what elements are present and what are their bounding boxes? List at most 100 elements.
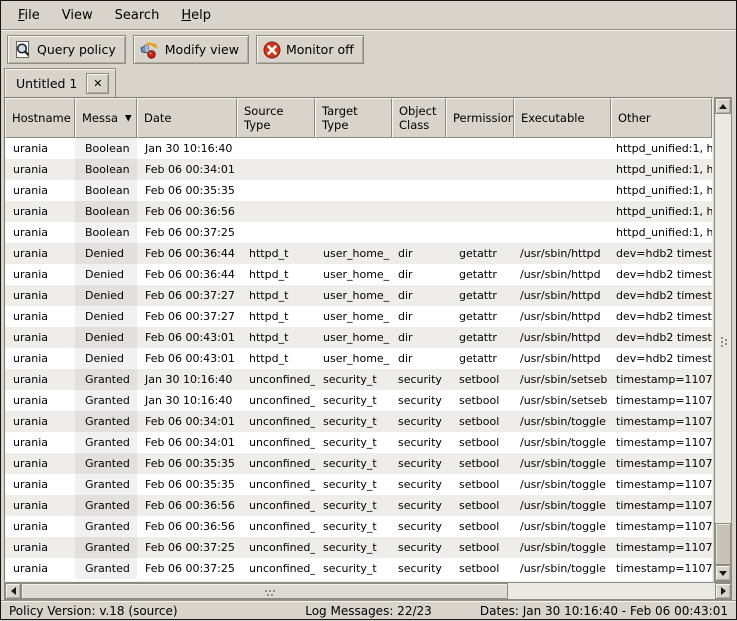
table-cell: Boolean <box>75 201 137 222</box>
table-row[interactable]: uraniaGrantedFeb 06 00:36:56unconfined_s… <box>5 516 712 537</box>
scroll-down-button[interactable] <box>715 565 731 581</box>
scroll-right-button[interactable] <box>715 583 731 599</box>
table-cell: dir <box>392 285 446 306</box>
table-cell: security_t <box>315 390 392 411</box>
table-row[interactable]: uraniaGrantedJan 30 10:16:40unconfined_s… <box>5 369 712 390</box>
table-cell: timestamp=11076 <box>611 474 712 495</box>
table-cell: Feb 06 00:36:44 <box>137 243 237 264</box>
table-cell: setbool <box>446 432 514 453</box>
column-header-executable[interactable]: Executable <box>514 98 611 138</box>
table-row[interactable]: uraniaBooleanJan 30 10:16:40httpd_unifie… <box>5 138 712 159</box>
table-row[interactable]: uraniaBooleanFeb 06 00:36:56httpd_unifie… <box>5 201 712 222</box>
table-cell: Denied <box>75 243 137 264</box>
table-cell: Feb 06 00:37:25 <box>137 537 237 558</box>
table-cell: Boolean <box>75 138 137 159</box>
table-cell: setbool <box>446 537 514 558</box>
table-cell <box>446 138 514 159</box>
log-messages-status: Log Messages: 22/23 <box>305 604 432 618</box>
log-table: HostnameMessa▼DateSource TypeTarget Type… <box>4 97 713 582</box>
table-row[interactable]: uraniaBooleanFeb 06 00:37:25httpd_unifie… <box>5 222 712 243</box>
table-cell <box>315 138 392 159</box>
dates-status: Dates: Jan 30 10:16:40 - Feb 06 00:43:01 <box>480 604 728 618</box>
table-cell: urania <box>5 201 75 222</box>
table-cell: dev=hdb2 timesta <box>611 327 712 348</box>
table-row[interactable]: uraniaDeniedFeb 06 00:43:01httpd_tuser_h… <box>5 327 712 348</box>
table-cell: getattr <box>446 348 514 369</box>
table-cell: timestamp=11076 <box>611 516 712 537</box>
table-cell: setbool <box>446 453 514 474</box>
table-cell <box>446 222 514 243</box>
table-row[interactable]: uraniaGrantedFeb 06 00:34:01unconfined_s… <box>5 411 712 432</box>
table-cell <box>315 201 392 222</box>
table-cell: Boolean <box>75 180 137 201</box>
table-cell: /usr/sbin/toggle <box>514 432 611 453</box>
table-cell: security_t <box>315 495 392 516</box>
table-cell: getattr <box>446 306 514 327</box>
table-row[interactable]: uraniaGrantedFeb 06 00:35:35unconfined_s… <box>5 474 712 495</box>
vertical-scrollbar[interactable] <box>714 97 732 582</box>
table-cell: setbool <box>446 411 514 432</box>
column-header-object-class[interactable]: Object Class <box>392 98 446 138</box>
tab-strip: Untitled 1 ✕ <box>1 68 736 97</box>
column-header-other[interactable]: Other <box>611 98 712 138</box>
table-cell: timestamp=11076 <box>611 558 712 579</box>
table-cell: urania <box>5 537 75 558</box>
menu-file[interactable]: File <box>7 4 51 27</box>
table-row[interactable]: uraniaBooleanFeb 06 00:35:35httpd_unifie… <box>5 180 712 201</box>
table-row[interactable]: uraniaGrantedFeb 06 00:34:01unconfined_s… <box>5 432 712 453</box>
modify-view-button[interactable]: Modify view <box>133 35 249 64</box>
close-icon: ✕ <box>93 78 102 89</box>
tab-close-button[interactable]: ✕ <box>86 73 109 94</box>
table-row[interactable]: uraniaGrantedFeb 06 00:36:56unconfined_s… <box>5 495 712 516</box>
column-header-hostname[interactable]: Hostname <box>5 98 75 138</box>
table-cell: /usr/sbin/toggle <box>514 495 611 516</box>
table-cell: Feb 06 00:37:25 <box>137 558 237 579</box>
table-row[interactable]: uraniaGrantedFeb 06 00:37:25unconfined_s… <box>5 537 712 558</box>
table-cell: Jan 30 10:16:40 <box>137 369 237 390</box>
table-cell: Feb 06 00:35:35 <box>137 453 237 474</box>
table-row[interactable]: uraniaDeniedFeb 06 00:37:27httpd_tuser_h… <box>5 306 712 327</box>
horizontal-scrollbar[interactable] <box>4 582 732 600</box>
table-cell: user_home_ <box>315 264 392 285</box>
table-cell: /usr/sbin/httpd <box>514 285 611 306</box>
table-cell: /usr/sbin/httpd <box>514 348 611 369</box>
horizontal-scrollbar-thumb[interactable] <box>21 583 508 599</box>
column-header-messa[interactable]: Messa▼ <box>75 98 137 138</box>
table-cell: Feb 06 00:43:01 <box>137 348 237 369</box>
table-row[interactable]: uraniaDeniedFeb 06 00:36:44httpd_tuser_h… <box>5 243 712 264</box>
table-cell: user_home_ <box>315 243 392 264</box>
table-cell: urania <box>5 495 75 516</box>
vertical-scrollbar-thumb[interactable] <box>715 523 731 565</box>
column-header-source-type[interactable]: Source Type <box>237 98 315 138</box>
table-row[interactable]: uraniaDeniedFeb 06 00:37:27httpd_tuser_h… <box>5 285 712 306</box>
scroll-left-button[interactable] <box>5 583 21 599</box>
table-body: uraniaBooleanJan 30 10:16:40httpd_unifie… <box>5 138 712 581</box>
table-row[interactable]: uraniaDeniedFeb 06 00:36:44httpd_tuser_h… <box>5 264 712 285</box>
monitor-off-label: Monitor off <box>286 42 354 57</box>
table-cell: timestamp=11071 <box>611 369 712 390</box>
table-row[interactable]: uraniaGrantedFeb 06 00:35:35unconfined_s… <box>5 453 712 474</box>
menu-search[interactable]: Search <box>104 4 171 27</box>
table-cell: unconfined_ <box>237 453 315 474</box>
column-header-permission[interactable]: Permission <box>446 98 514 138</box>
menu-help[interactable]: Help <box>170 4 222 27</box>
table-row[interactable]: uraniaBooleanFeb 06 00:34:01httpd_unifie… <box>5 159 712 180</box>
column-header-date[interactable]: Date <box>137 98 237 138</box>
table-cell: /usr/sbin/toggle <box>514 474 611 495</box>
table-cell <box>237 159 315 180</box>
table-row[interactable]: uraniaGrantedFeb 06 00:37:25unconfined_s… <box>5 558 712 579</box>
column-header-target-type[interactable]: Target Type <box>315 98 392 138</box>
table-cell: security_t <box>315 516 392 537</box>
table-cell: /usr/sbin/toggle <box>514 558 611 579</box>
monitor-off-button[interactable]: Monitor off <box>256 35 364 64</box>
table-cell: Boolean <box>75 222 137 243</box>
tab-untitled-1[interactable]: Untitled 1 ✕ <box>4 68 116 97</box>
menu-view[interactable]: View <box>51 4 104 27</box>
query-policy-button[interactable]: Query policy <box>7 35 126 64</box>
table-row[interactable]: uraniaDeniedFeb 06 00:43:01httpd_tuser_h… <box>5 348 712 369</box>
scrollbar-grip-dots <box>265 590 267 592</box>
table-cell: timestamp=11076 <box>611 453 712 474</box>
arrow-down-icon <box>719 571 727 576</box>
scroll-up-button[interactable] <box>715 98 731 114</box>
table-row[interactable]: uraniaGrantedJan 30 10:16:40unconfined_s… <box>5 390 712 411</box>
